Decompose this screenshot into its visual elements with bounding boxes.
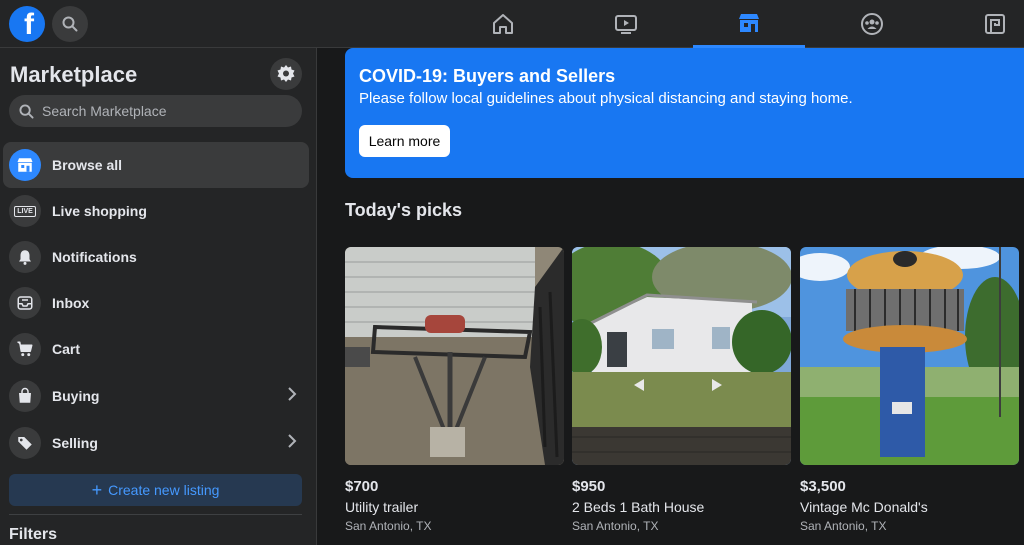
listing-photo[interactable] <box>345 247 564 465</box>
listing-photo[interactable] <box>572 247 791 465</box>
gaming-icon <box>985 14 1005 34</box>
home-icon <box>493 14 513 34</box>
listing-price: $700 <box>345 478 379 495</box>
top-navigation-bar: f <box>0 0 1024 48</box>
inbox-icon <box>9 287 41 319</box>
storefront-icon <box>9 149 41 181</box>
sidebar-divider <box>9 514 302 515</box>
sidebar-item-cart[interactable]: Cart <box>3 326 309 372</box>
banner-title: COVID-19: Buyers and Sellers <box>359 66 616 86</box>
nav-tab-home[interactable] <box>447 0 559 48</box>
listing-location: San Antonio, TX <box>572 519 659 533</box>
search-input[interactable] <box>42 103 282 119</box>
sidebar-item-inbox[interactable]: Inbox <box>3 280 309 326</box>
sidebar-item-label: Browse all <box>52 157 123 173</box>
search-icon <box>62 16 78 32</box>
live-badge: LIVE <box>14 205 36 217</box>
settings-button[interactable] <box>270 58 302 90</box>
sidebar-title: Marketplace <box>10 62 138 87</box>
create-listing-label: Create new listing <box>108 482 220 498</box>
sidebar-item-label: Buying <box>52 388 100 404</box>
shopping-bag-icon <box>9 380 41 412</box>
section-title: Today's picks <box>345 200 462 220</box>
nav-tab-gaming[interactable] <box>939 0 1024 48</box>
filters-heading: Filters <box>9 526 58 543</box>
listing-title: Vintage Mc Donald's <box>800 499 928 515</box>
groups-icon <box>861 13 883 35</box>
search-button[interactable] <box>52 6 88 42</box>
listing-location: San Antonio, TX <box>800 519 887 533</box>
listing-price: $950 <box>572 478 606 495</box>
sidebar-item-label: Notifications <box>52 249 137 265</box>
nav-tab-watch[interactable] <box>570 0 682 48</box>
storefront-icon <box>739 13 759 32</box>
listing-card[interactable]: $3,500 Vintage Mc Donald's San Antonio, … <box>800 247 1019 533</box>
video-icon <box>615 15 637 34</box>
listing-card[interactable]: $950 2 Beds 1 Bath House San Antonio, TX <box>572 247 791 533</box>
chevron-right-icon <box>288 387 297 401</box>
bell-icon <box>9 241 41 273</box>
listing-location: San Antonio, TX <box>345 519 432 533</box>
tag-icon <box>9 427 41 459</box>
learn-more-button[interactable]: Learn more <box>359 125 450 157</box>
sidebar-item-label: Live shopping <box>52 203 147 219</box>
sidebar-item-buying[interactable]: Buying <box>3 373 309 419</box>
facebook-logo[interactable]: f <box>9 6 45 42</box>
chevron-right-icon <box>288 434 297 448</box>
search-icon <box>19 103 34 119</box>
sidebar-item-label: Selling <box>52 435 98 451</box>
listing-price: $3,500 <box>800 478 846 495</box>
plus-icon: + <box>91 480 103 500</box>
sidebar-item-live-shopping[interactable]: LIVE Live shopping <box>3 188 309 234</box>
sidebar-item-label: Cart <box>52 341 81 357</box>
listing-title: Utility trailer <box>345 499 419 515</box>
sidebar-item-label: Inbox <box>52 295 90 311</box>
marketplace-search[interactable] <box>9 95 302 127</box>
live-icon: LIVE <box>9 195 41 227</box>
listing-photo[interactable] <box>800 247 1019 465</box>
sidebar-item-selling[interactable]: Selling <box>3 420 309 466</box>
nav-tab-marketplace[interactable] <box>693 0 805 48</box>
sidebar-item-notifications[interactable]: Notifications <box>3 234 309 280</box>
sidebar-item-browse-all[interactable]: Browse all <box>3 142 309 188</box>
covid-banner: COVID-19: Buyers and Sellers Please foll… <box>345 48 1024 178</box>
banner-text: Please follow local guidelines about phy… <box>359 90 853 107</box>
marketplace-sidebar: Marketplace Browse all LIVE Live shoppin… <box>0 48 317 545</box>
gear-icon <box>277 65 295 82</box>
cart-icon <box>9 333 41 365</box>
create-new-listing-button[interactable]: + Create new listing <box>9 474 302 506</box>
listing-title: 2 Beds 1 Bath House <box>572 499 705 515</box>
nav-tab-groups[interactable] <box>816 0 928 48</box>
listing-card[interactable]: $700 Utility trailer San Antonio, TX <box>345 247 564 533</box>
